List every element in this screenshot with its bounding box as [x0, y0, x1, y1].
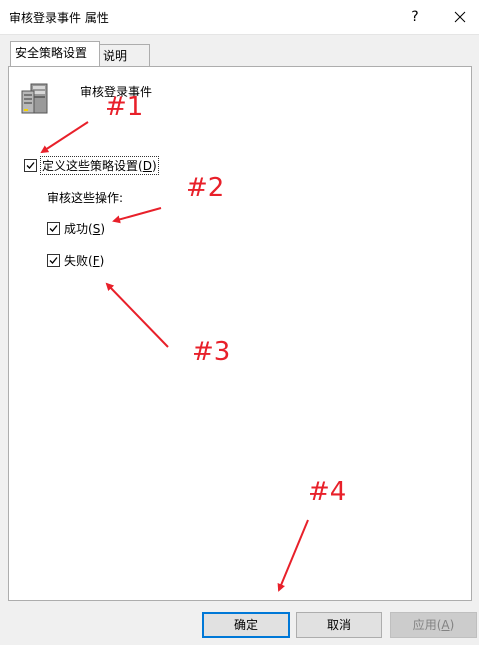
annotation-arrows [40, 121, 309, 592]
annotation-arrow-3 [105, 282, 169, 348]
apply-button[interactable]: 应用(A) [390, 612, 477, 638]
annotation-arrow-2 [112, 207, 162, 224]
annotation-arrow-4 [277, 519, 309, 592]
tab-security-settings[interactable]: 安全策略设置 [10, 41, 100, 66]
annotation-arrow-1 [40, 121, 89, 154]
ok-button[interactable]: 确定 [202, 612, 290, 638]
cancel-button[interactable]: 取消 [296, 612, 382, 638]
